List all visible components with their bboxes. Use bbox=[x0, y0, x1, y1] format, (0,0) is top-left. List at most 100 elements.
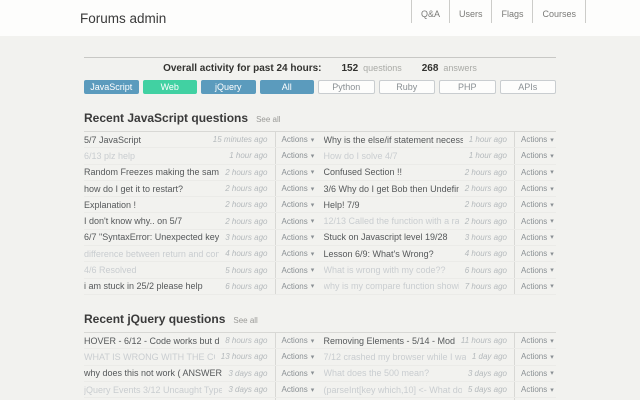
actions-dropdown[interactable]: Actions▾ bbox=[514, 381, 556, 398]
question-time: 3 days ago bbox=[228, 385, 268, 394]
question-link[interactable]: how do I get it to restart? bbox=[84, 184, 219, 194]
caret-down-icon: ▾ bbox=[550, 152, 554, 160]
actions-dropdown[interactable]: Actions▾ bbox=[274, 213, 317, 229]
actions-dropdown[interactable]: Actions▾ bbox=[274, 180, 317, 197]
question-link[interactable]: Stuck on Javascript level 19/28 bbox=[324, 232, 459, 242]
actions-dropdown[interactable]: Actions▾ bbox=[514, 278, 556, 294]
table-row: 6/13 plz help 1 hour ago Actions ▾ How do I … bbox=[84, 148, 557, 165]
actions-dropdown[interactable]: Actions▾ bbox=[274, 381, 317, 398]
question-link[interactable]: Explanation ! bbox=[84, 200, 219, 210]
question-link[interactable]: Random Freezes making the same choic... bbox=[84, 167, 219, 177]
question-link[interactable]: 4/6 Resolved bbox=[84, 265, 219, 275]
question-link[interactable]: Help! 7/9 bbox=[324, 200, 459, 210]
actions-dropdown[interactable]: Actions▾ bbox=[514, 180, 556, 197]
actions-label: Actions bbox=[521, 249, 548, 259]
actions-dropdown[interactable]: Actions▾ bbox=[514, 148, 556, 164]
questions-table: HOVER - 6/12 - Code works but doesn't a.… bbox=[84, 332, 556, 400]
actions-dropdown[interactable]: Actions▾ bbox=[274, 246, 317, 262]
table-row: i am stuck in 25/2 please help 6 hours ag… bbox=[84, 278, 556, 295]
filter-javascript[interactable]: JavaScript bbox=[84, 80, 139, 94]
sections-container: Recent JavaScript questions See all 5/7 Ja… bbox=[84, 107, 556, 400]
question-cell: What is wrong with my code?? 6 hours ago A… bbox=[324, 262, 557, 278]
actions-dropdown[interactable]: Actions▾ bbox=[274, 132, 317, 148]
question-link[interactable]: I don't know why.. on 5/7 bbox=[84, 216, 219, 226]
actions-dropdown[interactable]: Actions▾ bbox=[514, 164, 556, 180]
actions-dropdown[interactable]: Actions▾ bbox=[274, 148, 317, 164]
actions-dropdown[interactable]: Actions▾ bbox=[274, 332, 317, 349]
question-cell: Help! 7/9 2 hours ago Actions ▾ bbox=[324, 197, 557, 213]
question-link[interactable]: why does this not work ( ANSWER PLEA... bbox=[84, 368, 222, 378]
see-all-link[interactable]: See all bbox=[256, 115, 280, 124]
table-row: how do I get it to restart? 2 hours ago Ac… bbox=[84, 180, 556, 198]
actions-dropdown[interactable]: Actions▾ bbox=[514, 197, 556, 213]
actions-dropdown[interactable]: Actions▾ bbox=[514, 365, 556, 381]
question-link[interactable]: What is wrong with my code?? bbox=[324, 265, 459, 275]
filter-web[interactable]: Web bbox=[142, 80, 197, 94]
filter-bar: JavaScript Web jQuery All Python Ruby PHP APIs bbox=[84, 80, 556, 94]
actions-label: Actions bbox=[521, 352, 548, 362]
question-link[interactable]: WHAT IS WRONG WITH THE CODE and ... bbox=[84, 352, 215, 362]
caret-down-icon: ▾ bbox=[550, 234, 554, 242]
questions-label: questions bbox=[363, 63, 402, 73]
section-header: Recent jQuery questions See all bbox=[84, 308, 556, 333]
nav-flags[interactable]: Flags bbox=[491, 0, 532, 23]
question-link[interactable]: 12/13 Called the function with a random.… bbox=[324, 216, 459, 226]
filter-ruby[interactable]: Ruby bbox=[378, 80, 435, 94]
actions-dropdown[interactable]: Actions▾ bbox=[274, 229, 317, 246]
question-link[interactable]: 5/7 JavaScript bbox=[84, 135, 207, 145]
filter-jquery[interactable]: jQuery bbox=[201, 80, 256, 94]
actions-dropdown[interactable]: Actions▾ bbox=[514, 246, 556, 262]
question-link[interactable]: HOVER - 6/12 - Code works but doesn't a.… bbox=[84, 336, 219, 346]
question-link[interactable]: 6/7 "SyntaxError: Unexpected keyword '..… bbox=[84, 232, 219, 242]
actions-dropdown[interactable]: Actions▾ bbox=[274, 365, 317, 381]
filter-all[interactable]: All bbox=[259, 80, 314, 94]
actions-dropdown[interactable]: Actions▾ bbox=[274, 164, 317, 180]
activity-summary: Overall activity for past 24 hours: 152 … bbox=[84, 58, 556, 78]
actions-dropdown[interactable]: Actions▾ bbox=[514, 332, 556, 349]
actions-dropdown[interactable]: Actions▾ bbox=[514, 262, 556, 278]
question-time: 5 days ago bbox=[467, 385, 507, 394]
question-cell: I don't know why.. on 5/7 2 hours ago Acti… bbox=[84, 213, 317, 229]
question-link[interactable]: 3/6 Why do I get Bob then Undefined th..… bbox=[324, 184, 459, 194]
question-link[interactable]: why is my compare function showing an... bbox=[324, 281, 459, 291]
nav-qa[interactable]: Q&A bbox=[410, 0, 449, 23]
question-link[interactable]: What does the 500 mean? bbox=[324, 368, 462, 378]
see-all-link[interactable]: See all bbox=[233, 316, 257, 325]
question-cell: how do I get it to restart? 2 hours ago Ac… bbox=[84, 180, 317, 197]
question-time: 2 hours ago bbox=[464, 200, 507, 210]
caret-down-icon: ▾ bbox=[310, 250, 315, 258]
section-header: Recent JavaScript questions See all bbox=[84, 107, 556, 132]
actions-dropdown[interactable]: Actions▾ bbox=[514, 349, 556, 365]
question-link[interactable]: (parseInt[key which,10] <- What does thi… bbox=[324, 385, 462, 395]
caret-down-icon: ▾ bbox=[310, 218, 315, 226]
nav-courses[interactable]: Courses bbox=[532, 0, 586, 23]
activity-label: Overall activity for past 24 hours: bbox=[163, 63, 322, 74]
actions-dropdown[interactable]: Actions▾ bbox=[274, 278, 317, 294]
caret-down-icon: ▾ bbox=[310, 283, 315, 291]
question-time: 2 hours ago bbox=[225, 167, 268, 177]
question-link[interactable]: jQuery Events 3/12 Uncaught TypeError bbox=[84, 385, 222, 395]
nav-users[interactable]: Users bbox=[448, 0, 492, 23]
actions-dropdown[interactable]: Actions▾ bbox=[514, 229, 556, 246]
caret-down-icon: ▾ bbox=[310, 267, 315, 275]
actions-dropdown[interactable]: Actions▾ bbox=[274, 349, 317, 365]
question-cell: How do I solve 4/7 1 hour ago Actions ▾ bbox=[324, 148, 557, 164]
filter-apis[interactable]: APIs bbox=[499, 80, 556, 94]
filter-php[interactable]: PHP bbox=[439, 80, 496, 94]
question-time: 2 hours ago bbox=[464, 167, 507, 177]
actions-dropdown[interactable]: Actions▾ bbox=[274, 197, 317, 213]
question-link[interactable]: 7/12 crashed my browser while I was typ.… bbox=[324, 352, 466, 362]
question-link[interactable]: 6/13 plz help bbox=[84, 151, 223, 161]
question-link[interactable]: Lesson 6/9: What's Wrong? bbox=[324, 249, 459, 259]
filter-python[interactable]: Python bbox=[318, 80, 375, 94]
question-link[interactable]: i am stuck in 25/2 please help bbox=[84, 281, 219, 291]
question-link[interactable]: Confused Section !! bbox=[324, 167, 459, 177]
actions-dropdown[interactable]: Actions▾ bbox=[514, 132, 556, 148]
actions-dropdown[interactable]: Actions▾ bbox=[514, 213, 556, 229]
question-cell: Explanation ! 2 hours ago Actions ▾ bbox=[84, 197, 317, 213]
question-link[interactable]: How do I solve 4/7 bbox=[324, 151, 463, 161]
question-link[interactable]: difference between return and console.l.… bbox=[84, 249, 219, 259]
question-link[interactable]: Removing Elements - 5/14 - Modifying H..… bbox=[324, 336, 455, 346]
question-link[interactable]: Why is the else/if statement necessary? bbox=[324, 135, 463, 145]
actions-dropdown[interactable]: Actions▾ bbox=[274, 262, 317, 278]
